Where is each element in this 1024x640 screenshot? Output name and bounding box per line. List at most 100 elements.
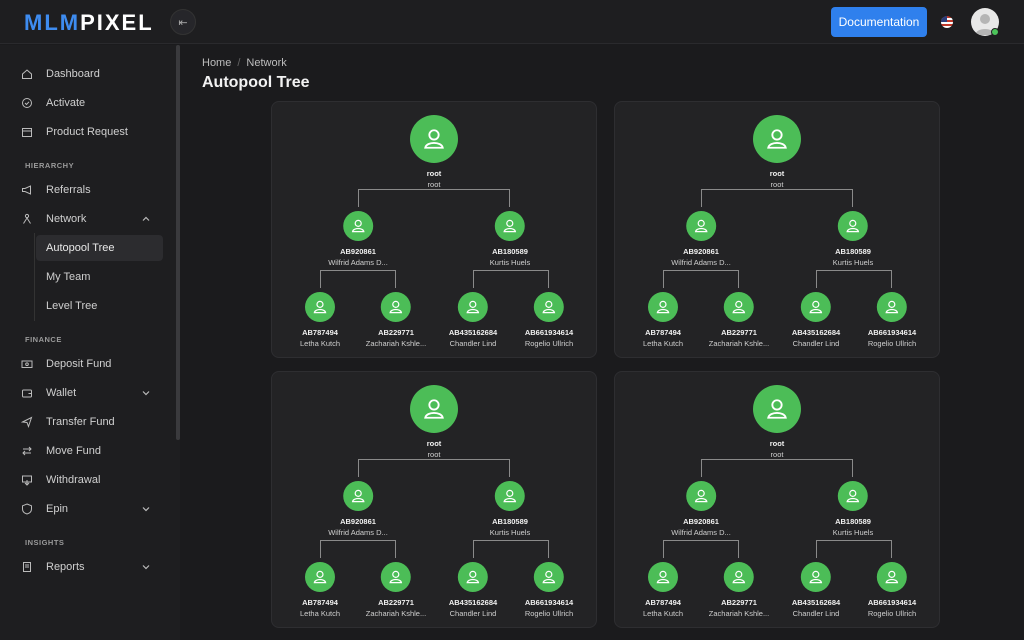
sidebar-item-epin[interactable]: Epin <box>20 498 160 520</box>
user-icon[interactable] <box>801 292 831 322</box>
tree-node[interactable]: AB787494 Letha Kutch <box>643 562 683 618</box>
sidebar-item-move-fund[interactable]: Move Fund <box>20 440 160 462</box>
sidebar-item-reports[interactable]: Reports <box>20 556 160 578</box>
cash-icon <box>20 357 34 371</box>
user-icon[interactable] <box>723 562 754 592</box>
user-icon[interactable] <box>801 562 831 592</box>
sidebar-item-product-request[interactable]: Product Request <box>20 121 160 143</box>
user-icon[interactable] <box>753 115 801 163</box>
breadcrumb-home[interactable]: Home <box>202 57 231 69</box>
tree-node[interactable]: AB229771 Zachariah Kshle... <box>366 562 426 618</box>
sidebar-item-deposit-fund[interactable]: Deposit Fund <box>20 353 160 375</box>
tree-node[interactable]: AB180589 Kurtis Huels <box>833 211 873 267</box>
tree-card: root root AB920861 Wilfrid Adams D... AB1805… <box>271 371 597 628</box>
tree-card: root root AB920861 Wilfrid Adams D... AB1805… <box>614 371 940 628</box>
user-icon[interactable] <box>723 292 754 322</box>
tree-connector <box>663 270 739 288</box>
user-icon[interactable] <box>380 292 411 322</box>
tree-node[interactable]: AB920861 Wilfrid Adams D... <box>328 481 388 537</box>
user-icon[interactable] <box>648 562 678 592</box>
user-icon[interactable] <box>410 115 458 163</box>
node-name: root <box>427 180 441 189</box>
sidebar-collapse-icon[interactable]: ⇤ <box>170 9 196 35</box>
sidebar-item-withdrawal[interactable]: Withdrawal <box>20 469 160 491</box>
node-name: Zachariah Kshle... <box>708 609 770 618</box>
tree-node[interactable]: AB661934614 Rogelio Ullrich <box>525 562 573 618</box>
tree-node[interactable]: AB787494 Letha Kutch <box>643 292 683 348</box>
user-icon[interactable] <box>458 562 488 592</box>
sidebar-scrollbar[interactable] <box>176 45 180 440</box>
sidebar-item-label: Product Request <box>46 126 128 138</box>
tree-node[interactable]: AB180589 Kurtis Huels <box>490 481 530 537</box>
tree-node[interactable]: AB920861 Wilfrid Adams D... <box>328 211 388 267</box>
tree-node[interactable]: AB435162684 Chandler Lind <box>449 562 497 618</box>
user-icon[interactable] <box>458 292 488 322</box>
node-id: AB787494 <box>302 328 338 337</box>
tree-card: root root AB920861 Wilfrid Adams D... AB1805… <box>614 101 940 358</box>
tree-node[interactable]: AB435162684 Chandler Lind <box>792 292 840 348</box>
sidebar-item-my-team[interactable]: My Team <box>36 264 163 290</box>
sidebar-item-label: Dashboard <box>46 68 100 80</box>
section-label-insights: INSIGHTS <box>25 538 65 547</box>
tree-node[interactable]: AB229771 Zachariah Kshle... <box>366 292 426 348</box>
node-name: Chandler Lind <box>449 339 497 348</box>
sidebar-item-activate[interactable]: Activate <box>20 92 160 114</box>
sidebar-item-transfer-fund[interactable]: Transfer Fund <box>20 411 160 433</box>
user-icon[interactable] <box>380 562 411 592</box>
user-icon[interactable] <box>305 562 335 592</box>
user-icon[interactable] <box>534 562 564 592</box>
user-icon[interactable] <box>877 562 907 592</box>
tree-node[interactable]: AB180589 Kurtis Huels <box>833 481 873 537</box>
tree-node[interactable]: AB661934614 Rogelio Ullrich <box>868 292 916 348</box>
user-icon[interactable] <box>838 211 868 241</box>
logo[interactable]: MLMPIXEL <box>24 10 154 36</box>
us-flag-icon[interactable] <box>941 16 953 28</box>
sidebar-item-dashboard[interactable]: Dashboard <box>20 63 160 85</box>
send-icon <box>20 415 34 429</box>
tree-node[interactable]: AB920861 Wilfrid Adams D... <box>671 211 731 267</box>
tree-node[interactable]: AB787494 Letha Kutch <box>300 292 340 348</box>
user-icon[interactable] <box>877 292 907 322</box>
node-id: AB920861 <box>340 247 376 256</box>
user-icon[interactable] <box>410 385 458 433</box>
user-icon[interactable] <box>343 481 373 511</box>
sidebar-item-autopool-tree[interactable]: Autopool Tree <box>36 235 163 261</box>
tree-node[interactable]: AB920861 Wilfrid Adams D... <box>671 481 731 537</box>
report-icon <box>20 560 34 574</box>
user-icon[interactable] <box>495 211 525 241</box>
root-node[interactable]: root root <box>410 115 458 189</box>
sidebar-item-network[interactable]: Network <box>20 208 160 230</box>
tree-node[interactable]: AB787494 Letha Kutch <box>300 562 340 618</box>
tree-card: root root AB920861 Wilfrid Adams D... AB1805… <box>271 101 597 358</box>
user-icon[interactable] <box>305 292 335 322</box>
sidebar-item-wallet[interactable]: Wallet <box>20 382 160 404</box>
user-icon[interactable] <box>343 211 373 241</box>
sidebar-item-referrals[interactable]: Referrals <box>20 179 160 201</box>
tree-node[interactable]: AB435162684 Chandler Lind <box>449 292 497 348</box>
node-name: Letha Kutch <box>299 609 341 618</box>
tree-node[interactable]: AB661934614 Rogelio Ullrich <box>868 562 916 618</box>
sidebar-item-level-tree[interactable]: Level Tree <box>36 293 163 319</box>
user-icon[interactable] <box>686 211 716 241</box>
tree-node[interactable]: AB180589 Kurtis Huels <box>490 211 530 267</box>
root-node[interactable]: root root <box>753 115 801 189</box>
tree-node[interactable]: AB661934614 Rogelio Ullrich <box>525 292 573 348</box>
user-icon[interactable] <box>495 481 525 511</box>
user-icon[interactable] <box>648 292 678 322</box>
user-icon[interactable] <box>753 385 801 433</box>
user-icon[interactable] <box>686 481 716 511</box>
root-node[interactable]: root root <box>410 385 458 459</box>
tree-node[interactable]: AB435162684 Chandler Lind <box>792 562 840 618</box>
breadcrumb-current: Network <box>246 57 287 69</box>
tree-connector <box>701 459 853 477</box>
node-id: root <box>769 439 785 448</box>
user-icon[interactable] <box>838 481 868 511</box>
tree-node[interactable]: AB229771 Zachariah Kshle... <box>709 292 769 348</box>
documentation-button[interactable]: Documentation <box>831 7 927 37</box>
node-id: AB435162684 <box>448 598 498 607</box>
tree-node[interactable]: AB229771 Zachariah Kshle... <box>709 562 769 618</box>
tree-connector <box>663 540 739 558</box>
root-node[interactable]: root root <box>753 385 801 459</box>
arrows-icon <box>20 444 34 458</box>
user-icon[interactable] <box>534 292 564 322</box>
